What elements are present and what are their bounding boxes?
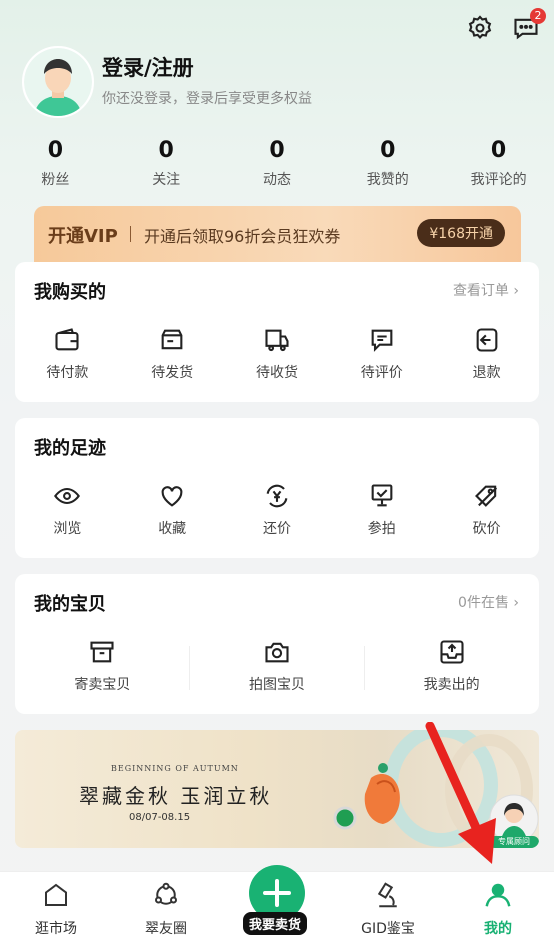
consignment-items[interactable]: 寄卖宝贝 — [27, 638, 177, 694]
gear-icon — [468, 15, 492, 40]
stat-value: 0 — [158, 138, 174, 163]
banner-caption: BEGINNING OF AUTUMN — [111, 764, 239, 773]
pending-payment[interactable]: 待付款 — [22, 326, 112, 382]
stat-label: 粉丝 — [41, 172, 70, 188]
tab-label: 我的 — [484, 921, 512, 937]
footprints-title: 我的足迹 — [34, 438, 106, 459]
settings-button[interactable] — [466, 14, 494, 42]
item-label: 退款 — [472, 365, 501, 381]
purchases-title: 我购买的 — [34, 282, 106, 303]
stat-label: 关注 — [152, 172, 181, 188]
stat-fans[interactable]: 0 粉丝 — [5, 138, 105, 189]
pending-review[interactable]: 待评价 — [337, 326, 427, 382]
item-label: 待发货 — [151, 365, 194, 381]
stat-posts[interactable]: 0 动态 — [227, 138, 327, 189]
tab-label: 我要卖货 — [243, 912, 308, 935]
heart-icon — [161, 486, 183, 507]
photo-items[interactable]: 拍图宝贝 — [202, 638, 352, 694]
messages-button[interactable]: 2 — [512, 8, 546, 42]
browse-history[interactable]: 浏览 — [22, 482, 112, 538]
top-actions: 2 — [466, 8, 546, 42]
stat-value: 0 — [269, 138, 285, 163]
tab-gid-appraisal[interactable]: GID鉴宝 — [338, 880, 438, 938]
stat-label: 动态 — [262, 172, 291, 188]
avatar[interactable] — [22, 46, 94, 118]
item-label: 寄卖宝贝 — [74, 677, 131, 693]
treasures-title: 我的宝贝 — [34, 594, 106, 615]
microscope-icon — [377, 882, 397, 908]
bottom-tab-bar: 逛市场 翠友圈 我要卖货 GID鉴宝 我的 — [0, 865, 554, 952]
user-stats: 0 粉丝 0 关注 0 动态 0 我赞的 0 我评论的 — [0, 138, 554, 189]
footprints-card: 我的足迹 浏览 收藏 还价 参拍 砍价 — [15, 418, 539, 558]
home-icon — [45, 883, 67, 906]
stat-label: 我赞的 — [366, 172, 409, 188]
favorites[interactable]: 收藏 — [127, 482, 217, 538]
annotation-arrow — [425, 722, 496, 864]
bargains[interactable]: 砍价 — [442, 482, 532, 538]
item-label: 待收货 — [255, 365, 298, 381]
yen-exchange-icon — [266, 484, 288, 508]
item-label: 浏览 — [53, 521, 82, 537]
on-sale-count-link[interactable]: 0件在售 › — [458, 592, 519, 612]
refund-icon — [476, 328, 497, 352]
stat-value: 0 — [380, 138, 396, 163]
treasures-card: 我的宝贝 0件在售 › 寄卖宝贝 拍图宝贝 我卖出的 — [15, 574, 539, 714]
counter-offers[interactable]: 还价 — [232, 482, 322, 538]
comment-icon — [371, 329, 393, 352]
wallet-icon — [55, 328, 79, 351]
item-label: 砍价 — [472, 521, 501, 537]
eye-icon — [54, 487, 81, 505]
tab-market[interactable]: 逛市场 — [6, 880, 106, 938]
view-orders-link[interactable]: 查看订单 › — [453, 280, 519, 300]
item-label: 收藏 — [158, 521, 187, 537]
tab-label: 逛市场 — [35, 921, 77, 937]
refund[interactable]: 退款 — [442, 326, 532, 382]
price-cut-icon — [474, 485, 497, 507]
auctions[interactable]: 参拍 — [337, 482, 427, 538]
sold-items[interactable]: 我卖出的 — [377, 638, 527, 694]
vip-title: 开通VIP — [48, 226, 118, 247]
item-label: 还价 — [262, 521, 291, 537]
box-icon — [161, 329, 183, 350]
login-register-link[interactable]: 登录/注册 — [102, 52, 194, 82]
item-label: 我卖出的 — [423, 677, 480, 693]
stat-label: 我评论的 — [470, 172, 527, 188]
tab-label: GID鉴宝 — [361, 921, 415, 937]
item-label: 拍图宝贝 — [248, 677, 305, 693]
tab-profile[interactable]: 我的 — [448, 880, 548, 938]
stat-value: 0 — [490, 138, 507, 163]
camera-icon — [265, 642, 289, 663]
vip-banner[interactable]: 开通VIP 开通后领取96折会员狂欢券 ¥168开通 — [34, 206, 521, 262]
message-badge: 2 — [530, 8, 546, 24]
truck-icon — [265, 329, 289, 352]
pending-receipt[interactable]: 待收货 — [232, 326, 322, 382]
login-hint: 你还没登录，登录后享受更多权益 — [102, 91, 312, 107]
banner-headline: 翠藏金秋 玉润立秋 — [79, 784, 273, 808]
circle-nodes-icon — [155, 882, 177, 905]
vip-promo-text: 开通后领取96折会员狂欢券 — [144, 227, 341, 246]
vip-divider — [130, 226, 131, 242]
stat-likes[interactable]: 0 我赞的 — [338, 138, 438, 189]
tab-label: 翠友圈 — [145, 921, 187, 937]
purchases-card: 我购买的 查看订单 › 待付款 待发货 待收货 待评价 退款 — [15, 262, 539, 402]
archive-icon — [90, 641, 114, 663]
tab-community[interactable]: 翠友圈 — [116, 880, 216, 938]
banner-date: 08/07-08.15 — [129, 812, 191, 823]
pending-shipment[interactable]: 待发货 — [127, 326, 217, 382]
auction-icon — [371, 484, 393, 507]
stat-value: 0 — [47, 138, 64, 163]
item-label: 待付款 — [46, 365, 89, 381]
upload-tray-icon — [440, 640, 464, 664]
stat-comments[interactable]: 0 我评论的 — [449, 138, 549, 189]
item-label: 待评价 — [360, 365, 403, 381]
vip-open-button[interactable]: ¥168开通 — [417, 219, 505, 247]
stat-following[interactable]: 0 关注 — [116, 138, 216, 189]
item-label: 参拍 — [367, 521, 396, 537]
user-icon — [485, 883, 511, 907]
